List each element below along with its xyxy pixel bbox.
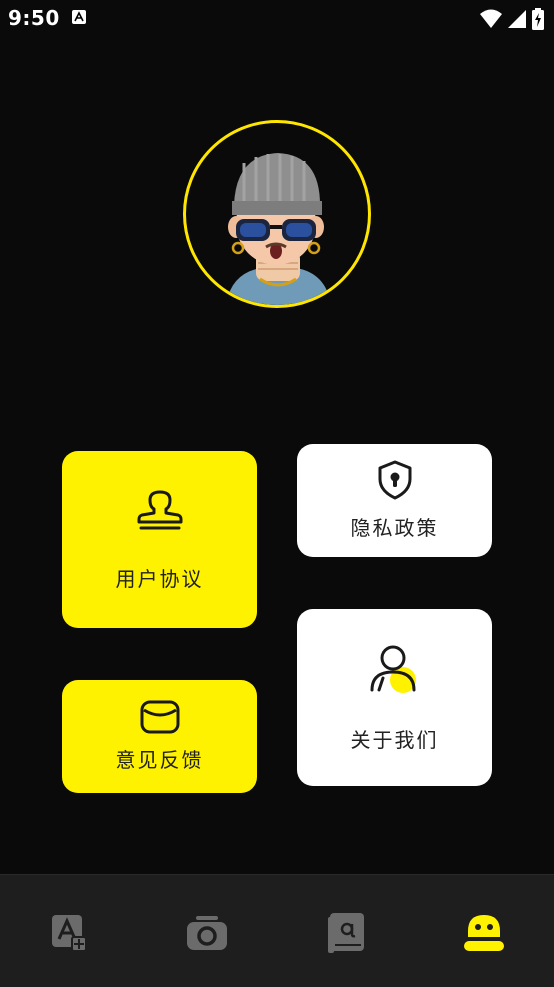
wifi-icon — [480, 9, 502, 28]
about-us-card[interactable]: 关于我们 — [297, 609, 492, 786]
privacy-policy-card[interactable]: 隐私政策 — [297, 444, 492, 557]
camera-icon — [187, 916, 227, 950]
shield-lock-icon — [378, 460, 411, 500]
status-icons — [480, 8, 544, 30]
feedback-card[interactable]: 意见反馈 — [62, 680, 257, 793]
bottom-nav — [0, 874, 554, 987]
nav-item-book[interactable] — [316, 903, 376, 963]
avatar-image — [226, 153, 331, 305]
envelope-icon — [140, 700, 179, 734]
user-icon — [370, 645, 416, 693]
status-bar: 9:50 — [0, 0, 554, 38]
nav-item-profile[interactable] — [454, 903, 514, 963]
signal-icon — [508, 10, 526, 28]
profile-screen: 9:50 用户协议 隐私政策 意见反馈 关于我们 — [0, 0, 554, 987]
battery-icon — [532, 8, 544, 30]
stamp-icon — [137, 490, 182, 530]
book-icon — [328, 913, 364, 953]
status-time: 9:50 — [8, 6, 60, 30]
translate-icon — [52, 915, 87, 952]
profile-icon — [464, 915, 504, 951]
nav-item-translate[interactable] — [40, 903, 100, 963]
app-notification-icon — [72, 10, 86, 24]
user-agreement-card[interactable]: 用户协议 — [62, 451, 257, 628]
avatar[interactable] — [183, 120, 371, 308]
privacy-policy-label: 隐私政策 — [350, 516, 439, 540]
feedback-label: 意见反馈 — [115, 748, 204, 772]
user-agreement-label: 用户协议 — [115, 567, 204, 591]
nav-item-camera[interactable] — [177, 903, 237, 963]
about-us-label: 关于我们 — [350, 728, 439, 752]
